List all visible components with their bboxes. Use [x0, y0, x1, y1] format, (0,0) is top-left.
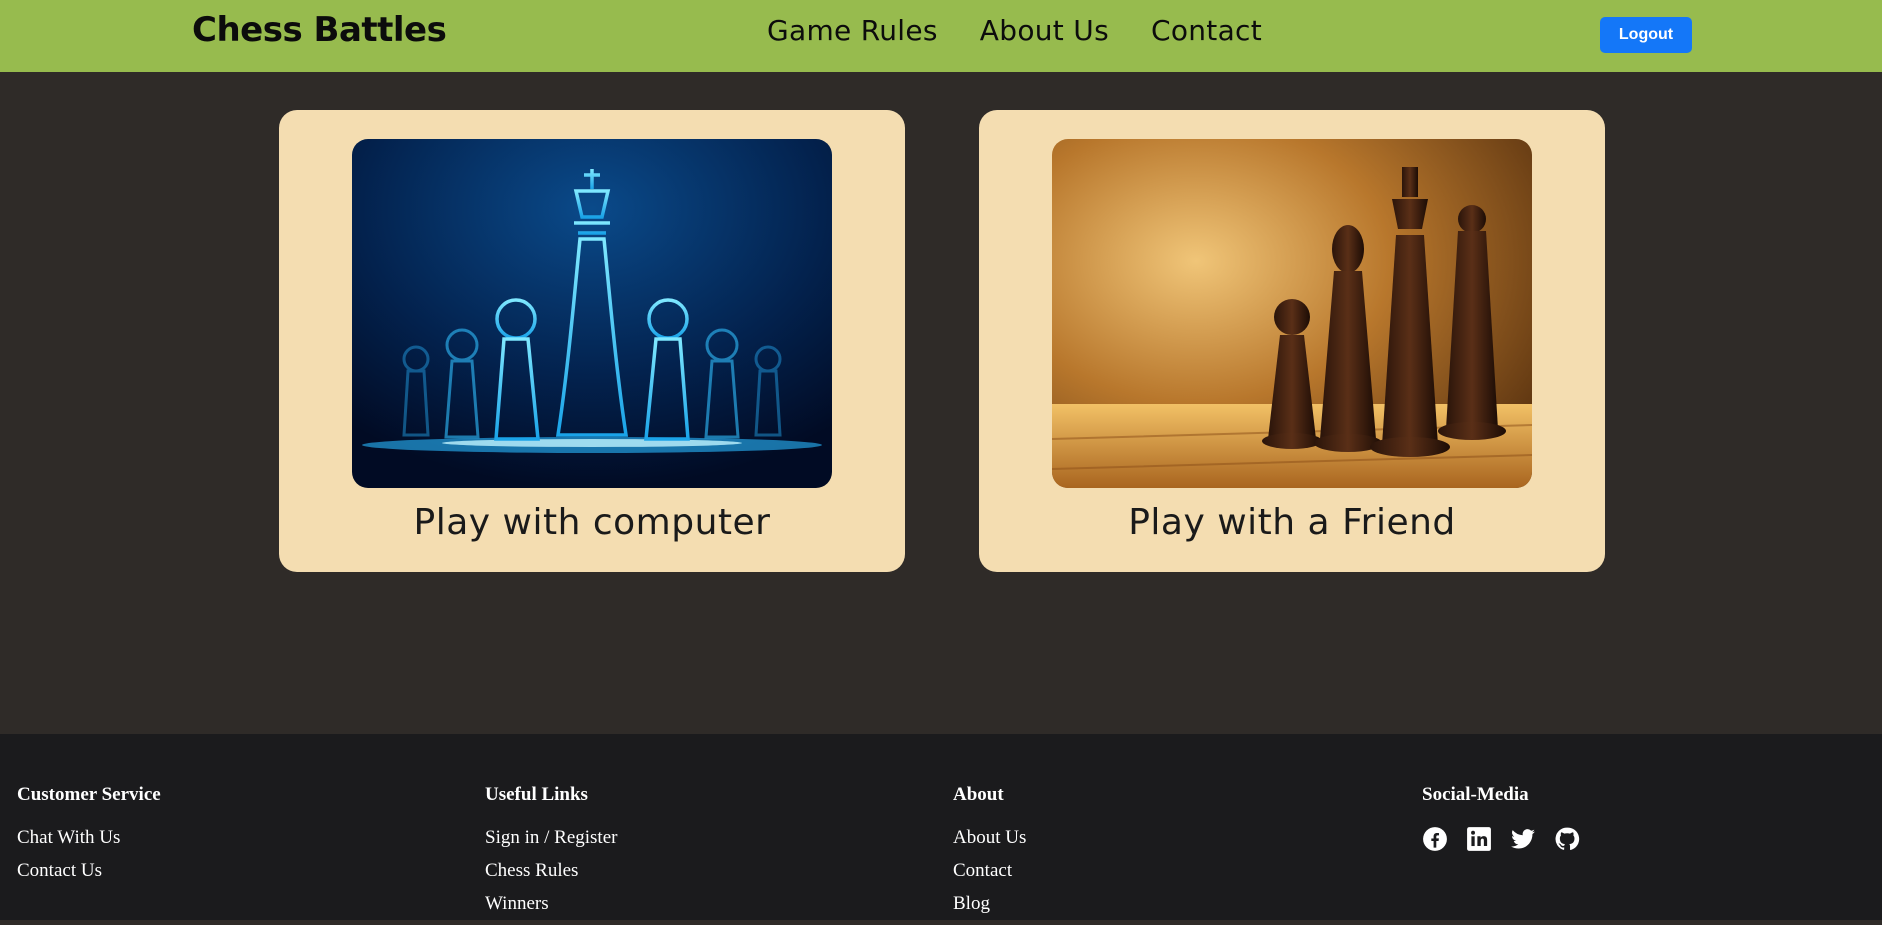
- footer-social-media: Social-Media: [1422, 784, 1580, 852]
- footer-link-contact-us[interactable]: Contact Us: [17, 859, 161, 883]
- footer-useful-links: Useful Links Sign in / Register Chess Ru…: [485, 784, 617, 925]
- social-icons: [1422, 826, 1580, 852]
- friend-chess-image[interactable]: [1052, 139, 1532, 488]
- nav-contact[interactable]: Contact: [1151, 14, 1262, 47]
- nav-game-rules[interactable]: Game Rules: [767, 14, 938, 47]
- footer-about: About About Us Contact Blog: [953, 784, 1026, 925]
- play-computer-title[interactable]: Play with computer: [279, 502, 905, 543]
- footer: Customer Service Chat With Us Contact Us…: [0, 734, 1882, 920]
- footer-customer-service: Customer Service Chat With Us Contact Us: [17, 784, 161, 892]
- logout-button[interactable]: Logout: [1600, 17, 1692, 53]
- nav-about-us[interactable]: About Us: [980, 14, 1109, 47]
- play-computer-card[interactable]: Play with computer: [279, 110, 905, 572]
- footer-link-signin[interactable]: Sign in / Register: [485, 826, 617, 850]
- footer-link-winners[interactable]: Winners: [485, 892, 617, 916]
- play-friend-title[interactable]: Play with a Friend: [979, 502, 1605, 543]
- linkedin-icon[interactable]: [1466, 826, 1492, 852]
- brand-logo[interactable]: Chess Battles: [192, 10, 447, 50]
- footer-link-blog[interactable]: Blog: [953, 892, 1026, 916]
- footer-heading: Customer Service: [17, 784, 161, 805]
- footer-heading: Social-Media: [1422, 784, 1529, 805]
- computer-chess-image[interactable]: [352, 139, 832, 488]
- footer-link-chat[interactable]: Chat With Us: [17, 826, 161, 850]
- facebook-icon[interactable]: [1422, 826, 1448, 852]
- navbar: Chess Battles Game Rules About Us Contac…: [0, 0, 1882, 72]
- footer-heading: About: [953, 784, 1004, 805]
- footer-link-chess-rules[interactable]: Chess Rules: [485, 859, 617, 883]
- github-icon[interactable]: [1554, 826, 1580, 852]
- footer-link-contact[interactable]: Contact: [953, 859, 1026, 883]
- footer-link-about-us[interactable]: About Us: [953, 826, 1026, 850]
- footer-heading: Useful Links: [485, 784, 588, 805]
- twitter-icon[interactable]: [1510, 826, 1536, 852]
- play-friend-card[interactable]: Play with a Friend: [979, 110, 1605, 572]
- nav-links: Game Rules About Us Contact: [767, 14, 1262, 47]
